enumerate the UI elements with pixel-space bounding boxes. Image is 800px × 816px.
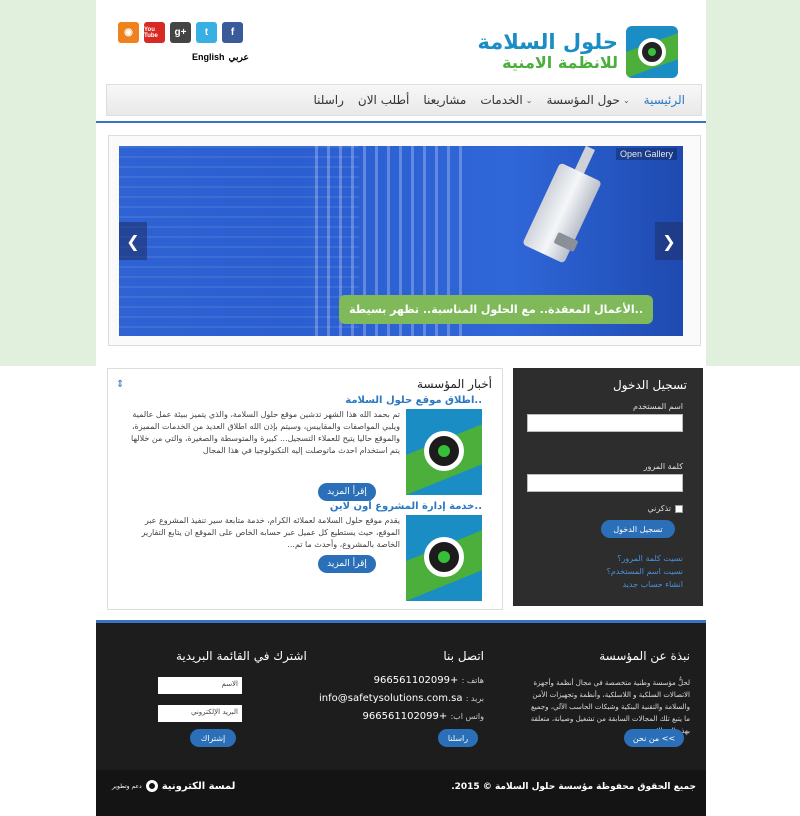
username-input[interactable] bbox=[527, 414, 683, 432]
username-label: اسم المستخدم bbox=[633, 402, 683, 411]
logo-eye-icon bbox=[626, 26, 678, 78]
chevron-down-icon: ⌄ bbox=[525, 95, 533, 105]
login-button[interactable]: تسجيل الدخول bbox=[601, 520, 675, 538]
news-panel: أخبار المؤسسة ⇕ اطلاق موقع حلول السلامة.… bbox=[107, 368, 503, 610]
copyright-text: جميع الحقوق محفوظة مؤسسة حلول السلامة © … bbox=[451, 782, 696, 792]
nav-item-projects[interactable]: مشاريعنا bbox=[423, 93, 466, 107]
rss-icon[interactable]: ◉ bbox=[118, 22, 139, 43]
google-plus-icon[interactable]: g+ bbox=[170, 22, 191, 43]
read-more-button[interactable]: إقرأ المزيد bbox=[318, 483, 376, 501]
slider-prev-icon[interactable]: ❮ bbox=[119, 222, 147, 260]
nav-item-order[interactable]: أطلب الان bbox=[358, 93, 409, 107]
register-link[interactable]: انشاء حساب جديد bbox=[623, 580, 684, 589]
header-divider bbox=[96, 121, 706, 123]
contact-title: اتصل بنا bbox=[443, 649, 484, 663]
login-title: تسجيل الدخول bbox=[613, 378, 687, 392]
open-gallery-link[interactable]: Open Gallery bbox=[615, 148, 677, 160]
forgot-username-link[interactable]: نسيت اسم المستخدم؟ bbox=[607, 567, 683, 576]
lang-english-link[interactable]: English bbox=[192, 52, 225, 63]
site-header: حلول السلامة للانظمة الامنية ◉ You Tube … bbox=[96, 0, 706, 123]
login-panel: تسجيل الدخول اسم المستخدم كلمة المرور تذ… bbox=[513, 368, 703, 606]
newsletter-title: اشترك في القائمة البريدية bbox=[176, 649, 307, 663]
news-title: أخبار المؤسسة bbox=[417, 377, 492, 391]
main-nav: الرئيسية حول المؤسسة ⌄ الخدمات ⌄ مشاريعن… bbox=[106, 84, 702, 116]
about-title: نبذة عن المؤسسة bbox=[599, 649, 690, 663]
nav-item-services[interactable]: الخدمات ⌄ bbox=[480, 93, 532, 107]
slider-next-icon[interactable]: ❯ bbox=[655, 222, 683, 260]
scroll-arrows-icon[interactable]: ⇕ bbox=[116, 379, 124, 390]
site-logo[interactable]: حلول السلامة للانظمة الامنية bbox=[477, 26, 678, 78]
developer-logo-icon bbox=[145, 780, 158, 792]
youtube-icon[interactable]: You Tube bbox=[144, 22, 165, 43]
news-item: اطلاق موقع حلول السلامة.. تم بحمد الله ه… bbox=[116, 395, 482, 501]
news-item-title[interactable]: خدمة إدارة المشروع أون لاين.. bbox=[116, 501, 482, 512]
nav-item-contact[interactable]: راسلنا bbox=[313, 93, 343, 107]
chevron-down-icon: ⌄ bbox=[622, 95, 630, 105]
twitter-icon[interactable]: t bbox=[196, 22, 217, 43]
logo-subtitle: للانظمة الامنية bbox=[502, 53, 618, 72]
image-slider: Open Gallery الأعمال المعقدة.. مع الحلول… bbox=[108, 135, 701, 346]
lang-arabic-link[interactable]: عربي bbox=[229, 52, 249, 63]
news-item-title[interactable]: اطلاق موقع حلول السلامة.. bbox=[116, 395, 482, 406]
news-item-image bbox=[406, 515, 482, 601]
nav-item-home[interactable]: الرئيسية bbox=[644, 93, 685, 107]
slide-caption: الأعمال المعقدة.. مع الحلول المناسبة.. ت… bbox=[339, 295, 653, 324]
developer-credit[interactable]: دعم وتطوير لمسة الكترونية bbox=[112, 780, 235, 792]
about-us-button[interactable]: من نحن << bbox=[624, 729, 684, 747]
news-item: خدمة إدارة المشروع أون لاين.. يقدم موقع … bbox=[116, 501, 482, 601]
subscribe-button[interactable]: إشتراك bbox=[190, 729, 236, 747]
page: حلول السلامة للانظمة الامنية ◉ You Tube … bbox=[96, 0, 706, 816]
site-footer: نبذة عن المؤسسة لحلُّ مؤسسة وطنية متخصصة… bbox=[96, 620, 706, 770]
slide-image: Open Gallery الأعمال المعقدة.. مع الحلول… bbox=[119, 146, 683, 336]
contact-email: بريد : info@safetysolutions.com.sa bbox=[319, 693, 484, 704]
contact-button[interactable]: راسلنا bbox=[438, 729, 478, 747]
nav-item-about[interactable]: حول المؤسسة ⌄ bbox=[546, 93, 629, 107]
remember-me[interactable]: تذكرني bbox=[647, 504, 683, 513]
remember-checkbox[interactable] bbox=[675, 504, 683, 513]
contact-whatsapp: واتس اب: +966561102099 bbox=[362, 711, 484, 722]
contact-phone: هاتف : +966561102099 bbox=[373, 675, 484, 686]
about-text: لحلُّ مؤسسة وطنية متخصصة في مجال أنظمة و… bbox=[530, 679, 690, 735]
facebook-icon[interactable]: f bbox=[222, 22, 243, 43]
forgot-password-link[interactable]: نسيت كلمة المرور؟ bbox=[617, 554, 683, 563]
read-more-button[interactable]: إقرأ المزيد bbox=[318, 555, 376, 573]
social-links: ◉ You Tube g+ t f bbox=[118, 22, 243, 43]
bottom-bar: جميع الحقوق محفوظة مؤسسة حلول السلامة © … bbox=[96, 770, 706, 816]
newsletter-email-input[interactable]: البريد الإلكتروني bbox=[158, 705, 242, 722]
news-item-body: يقدم موقع حلول السلامة لعملائه الكرام، خ… bbox=[141, 516, 400, 549]
logo-title: حلول السلامة bbox=[477, 30, 618, 54]
news-item-image bbox=[406, 409, 482, 495]
news-item-body: تم بحمد الله هذا الشهر تدشين موقع حلول ا… bbox=[131, 410, 400, 455]
password-input[interactable] bbox=[527, 474, 683, 492]
password-label: كلمة المرور bbox=[643, 462, 683, 471]
language-switcher: English عربي bbox=[192, 52, 249, 63]
newsletter-name-input[interactable]: الاسم bbox=[158, 677, 242, 694]
